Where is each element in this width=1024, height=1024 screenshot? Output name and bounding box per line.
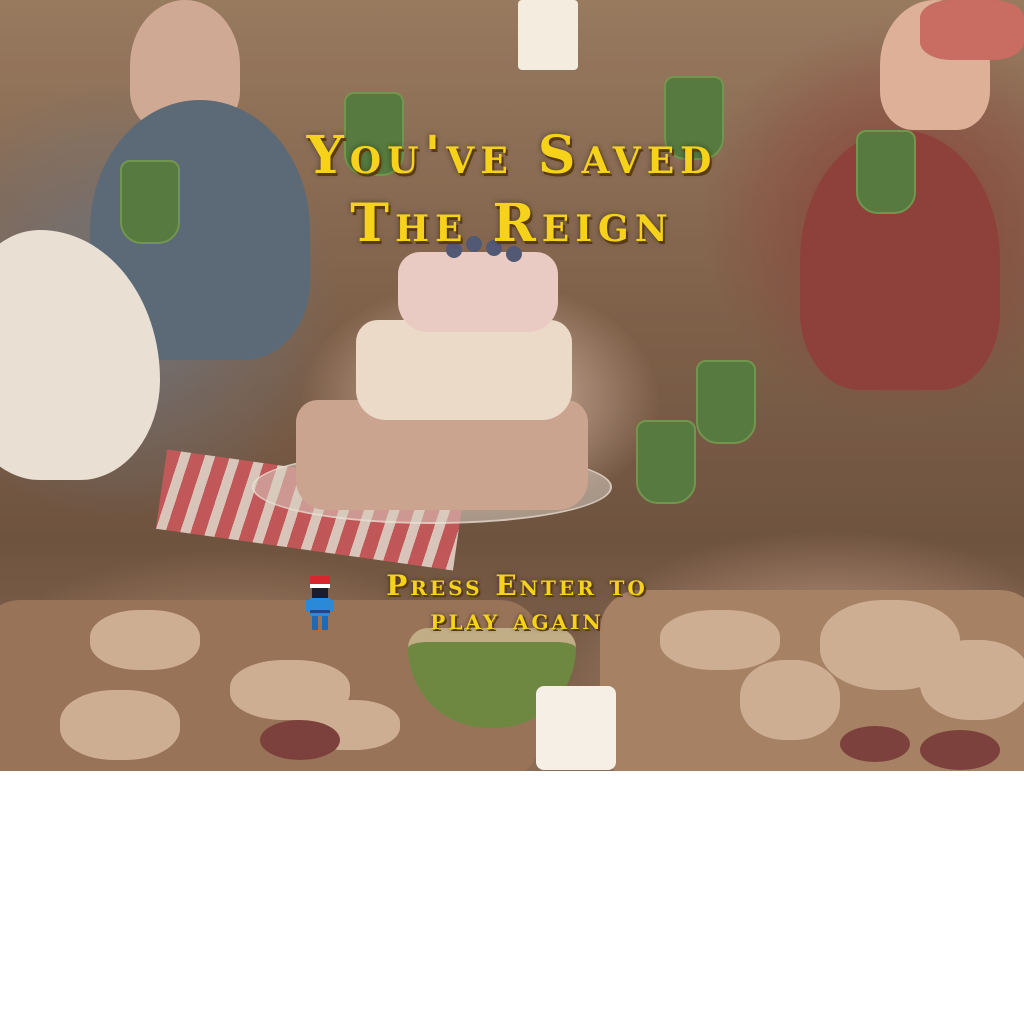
victory-screen: You've Saved The Reign Press Enter to pl… xyxy=(0,0,1024,771)
scene-tint xyxy=(0,0,1024,771)
victory-title-line-1: You've Saved xyxy=(306,125,718,186)
pixel-hero-icon xyxy=(306,576,334,632)
play-again-prompt-line-1: Press Enter to xyxy=(386,569,648,602)
play-again-prompt-line-2: play again xyxy=(430,603,604,636)
victory-title-line-2: The Reign xyxy=(350,193,674,254)
